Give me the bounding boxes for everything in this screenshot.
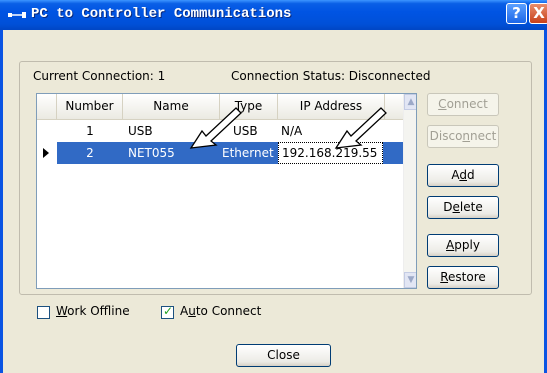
restore-button[interactable]: Restore xyxy=(427,266,499,289)
delete-button[interactable]: Delete xyxy=(427,196,499,219)
annotation-arrow-ip xyxy=(334,107,387,149)
vertical-scrollbar[interactable]: ▲ ▼ xyxy=(403,94,416,288)
scroll-down-icon[interactable]: ▼ xyxy=(404,272,416,288)
work-offline-label[interactable]: Work Offline xyxy=(56,304,130,318)
annotation-arrow-name xyxy=(189,107,242,149)
window-close-button[interactable]: X xyxy=(529,3,547,24)
auto-connect-checkbox[interactable]: ✓ xyxy=(161,304,174,319)
header-number[interactable]: Number xyxy=(57,94,123,119)
title-bar[interactable]: PC to Controller Communications ? X xyxy=(0,0,547,30)
cell-number: 2 xyxy=(86,146,94,160)
auto-connect-label[interactable]: Auto Connect xyxy=(180,304,261,318)
row-pointer-icon xyxy=(43,148,49,158)
window-title: PC to Controller Communications xyxy=(31,6,292,22)
checkmark-icon: ✓ xyxy=(163,304,174,318)
scroll-up-icon[interactable]: ▲ xyxy=(404,94,416,110)
connection-status-label: Connection Status: Disconnected xyxy=(231,69,431,83)
connect-button: Connect xyxy=(427,93,499,116)
add-button[interactable]: Add xyxy=(427,164,499,187)
cell-number: 1 xyxy=(86,124,94,138)
help-button[interactable]: ? xyxy=(506,3,527,24)
header-spacer xyxy=(37,94,57,119)
apply-button[interactable]: Apply xyxy=(427,234,499,257)
current-connection-label: Current Connection: 1 xyxy=(33,69,166,83)
work-offline-checkbox[interactable] xyxy=(37,306,50,319)
disconnect-button: Disconnect xyxy=(427,125,499,148)
close-button[interactable]: Close xyxy=(236,344,331,367)
connection-icon xyxy=(8,12,26,18)
dialog-window: PC to Controller Communications ? X Curr… xyxy=(0,0,547,373)
